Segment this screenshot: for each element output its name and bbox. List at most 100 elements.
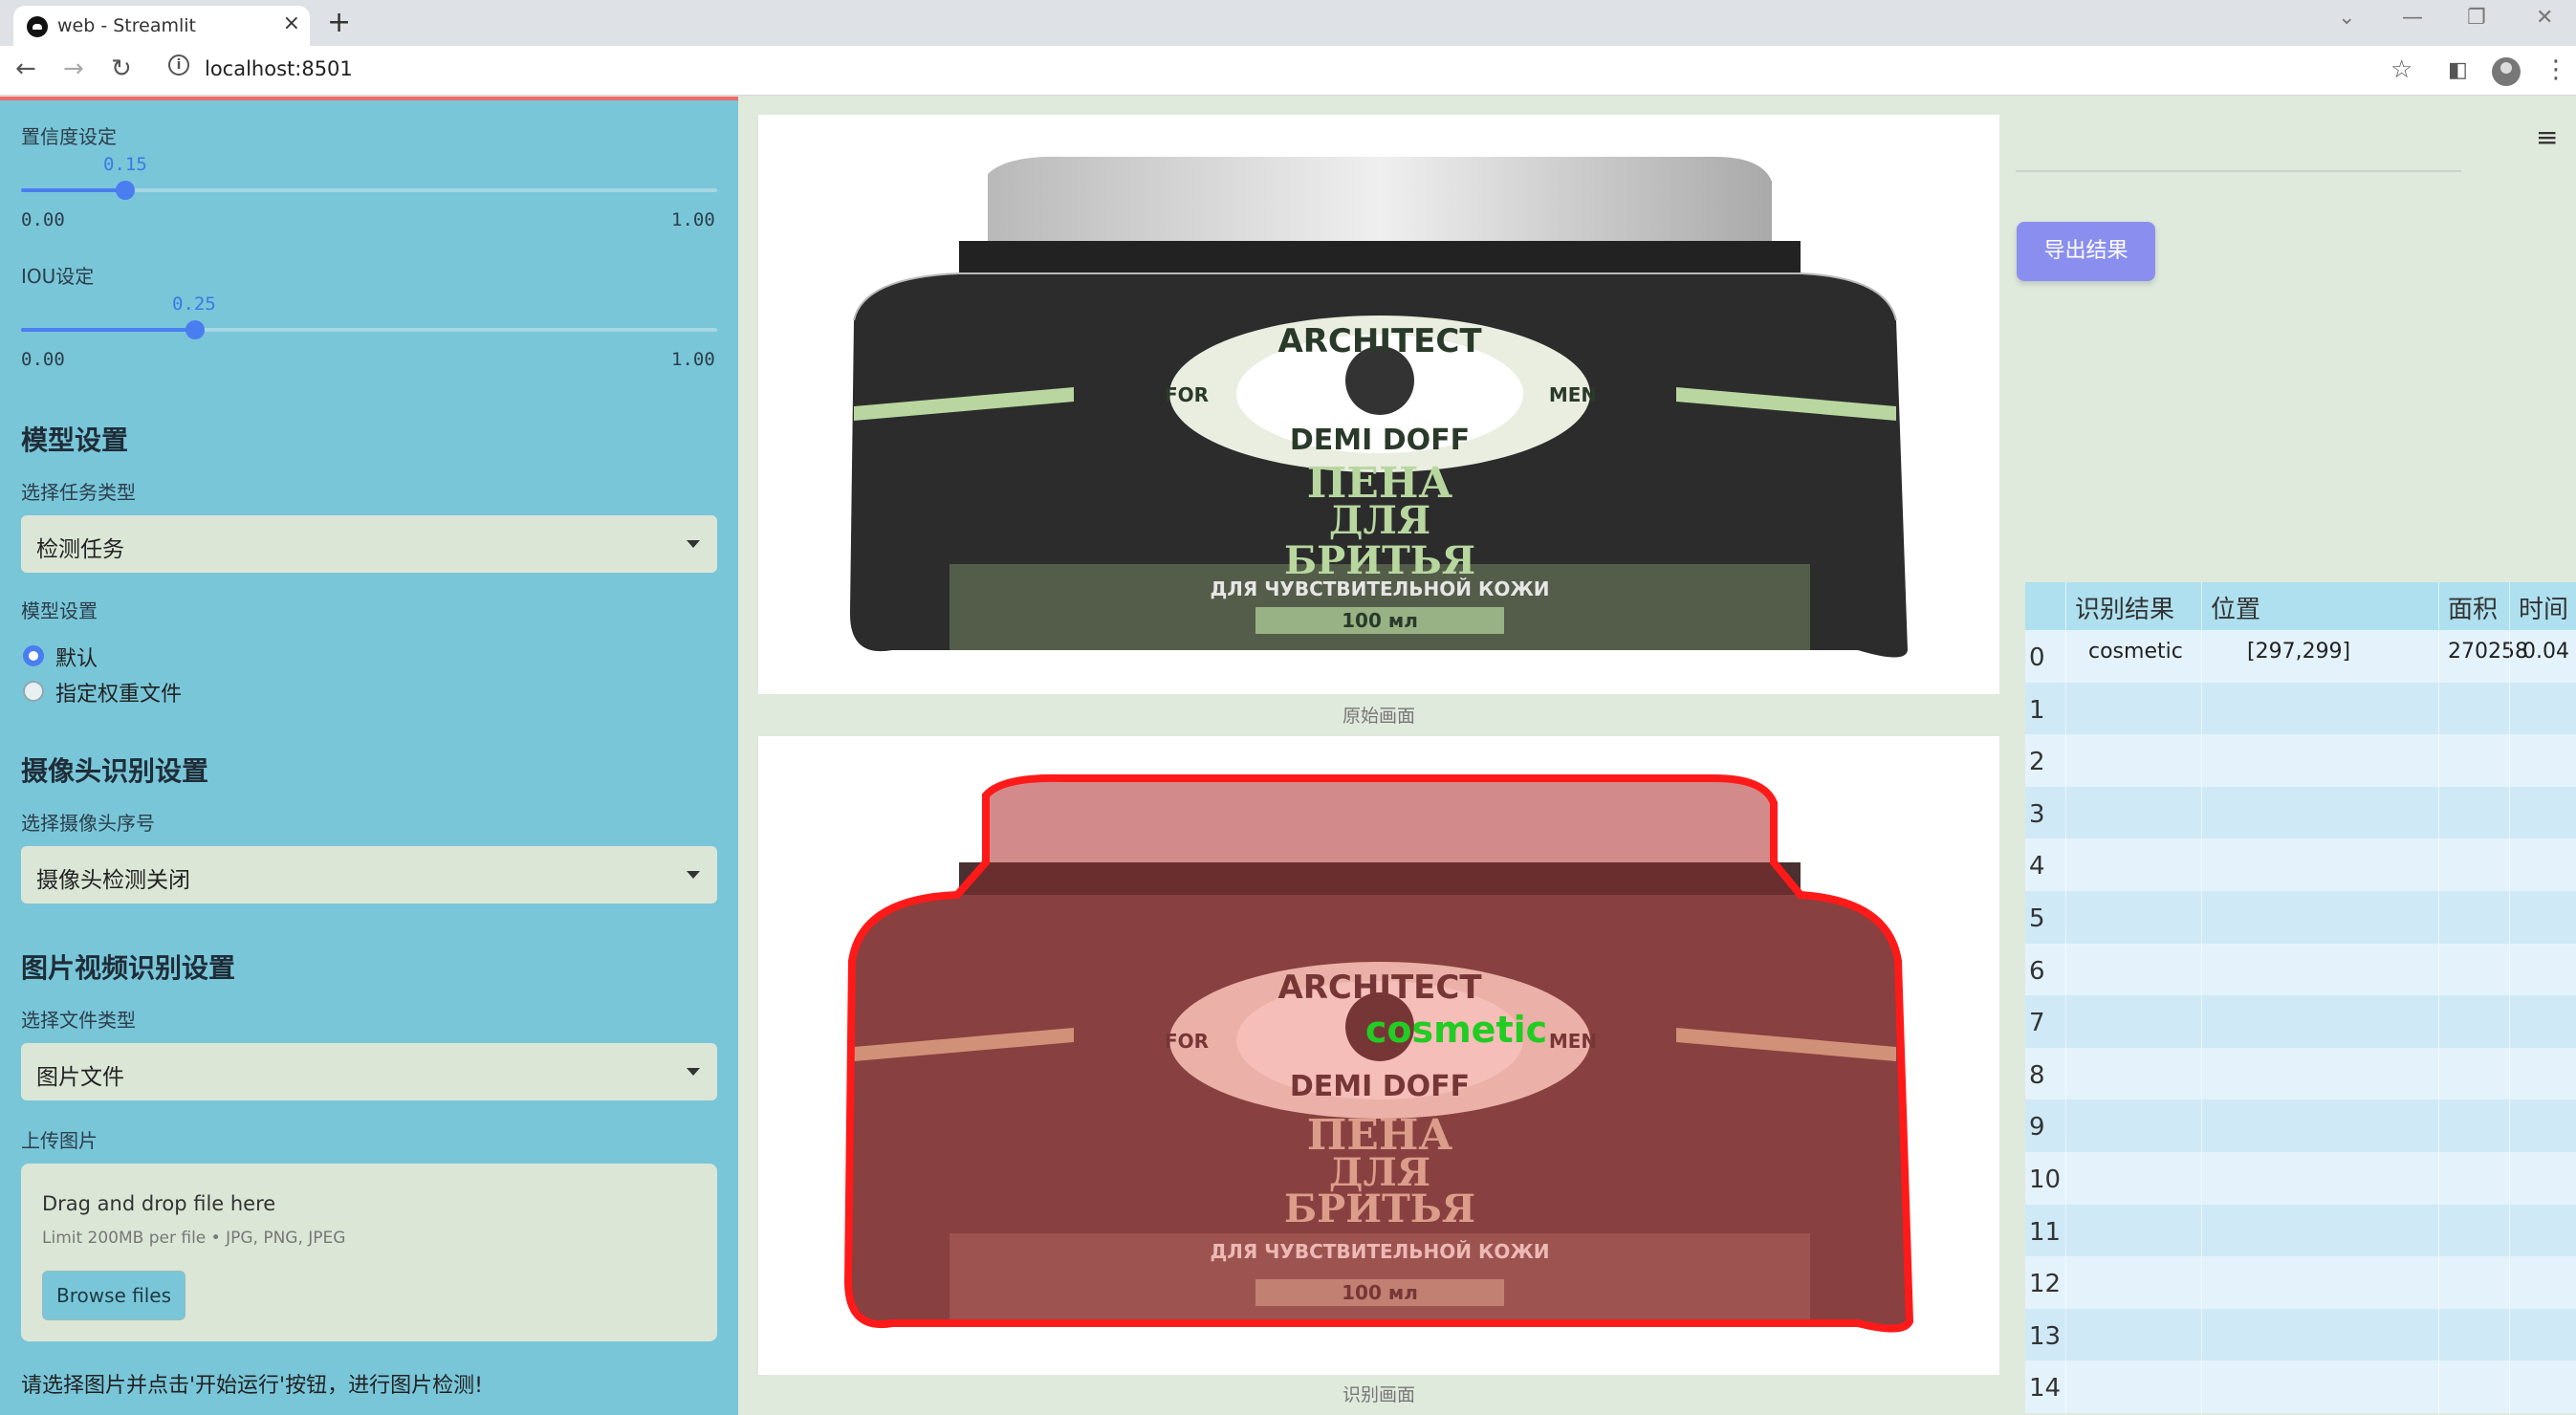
forward-icon[interactable]: → <box>63 54 84 83</box>
url-text[interactable]: localhost:8501 <box>205 57 353 80</box>
browse-files-button[interactable]: Browse files <box>42 1271 186 1320</box>
row-index: 8 <box>2029 1060 2045 1090</box>
row-index: 9 <box>2029 1113 2045 1143</box>
table-row[interactable]: 7 <box>2025 995 2576 1048</box>
file-dropzone[interactable]: Drag and drop file here Limit 200MB per … <box>21 1164 717 1341</box>
product-photo-result: ARCHITECT FOR MEN DEMI DOFF ПЕНА ДЛЯ БРИ… <box>843 773 1914 1333</box>
media-settings-header: 图片视频识别设置 <box>21 952 236 984</box>
tab-close-icon[interactable]: × <box>283 11 300 35</box>
row-index: 14 <box>2029 1374 2062 1404</box>
confidence-max: 1.00 <box>671 209 715 230</box>
iou-min: 0.00 <box>21 349 65 370</box>
confidence-slider-fill <box>21 188 125 192</box>
col-divider <box>2509 582 2510 1415</box>
export-results-button[interactable]: 导出结果 <box>2017 222 2155 281</box>
profile-avatar-icon[interactable] <box>2492 57 2521 86</box>
streamlit-favicon-icon <box>27 16 48 37</box>
iou-slider-thumb[interactable] <box>186 320 205 339</box>
table-row[interactable]: 5 <box>2025 891 2576 944</box>
row-index: 10 <box>2029 1165 2062 1194</box>
browser-tab[interactable]: web - Streamlit × <box>13 6 310 46</box>
iou-slider-fill <box>21 328 195 332</box>
table-row[interactable]: 12 <box>2025 1256 2576 1309</box>
table-row[interactable]: 13 <box>2025 1308 2576 1361</box>
task-type-select[interactable]: 检测任务 <box>21 515 717 573</box>
col-divider <box>2201 582 2202 1415</box>
minimize-icon[interactable]: — <box>2402 6 2423 30</box>
side-panel-icon[interactable]: ◧ <box>2448 58 2468 82</box>
col-result[interactable]: 识别结果 <box>2075 590 2174 625</box>
reload-icon[interactable]: ↻ <box>111 54 132 83</box>
col-time[interactable]: 时间 <box>2519 590 2568 625</box>
subtitle-text: ДЛЯ ЧУВСТВИТЕЛЬНОЙ КОЖИ <box>1210 577 1549 600</box>
row-index: 1 <box>2029 695 2045 725</box>
title2-text: ДЛЯ <box>1329 498 1430 543</box>
table-header: 识别结果 位置 面积 时间 <box>2025 582 2576 630</box>
cell-result: cosmetic <box>2088 640 2183 664</box>
address-bar: ← → ↻ i localhost:8501 ☆ ◧ ⋮ <box>0 46 2576 96</box>
brand-text: ARCHITECT <box>1277 322 1482 360</box>
iou-label: IOU设定 <box>21 265 95 288</box>
upload-label: 上传图片 <box>21 1129 98 1152</box>
tab-search-chevron-icon[interactable]: ⌄ <box>2338 6 2355 30</box>
file-type-select[interactable]: 图片文件 <box>21 1043 717 1100</box>
new-tab-icon[interactable]: + <box>327 6 351 39</box>
row-index: 11 <box>2029 1217 2062 1247</box>
row-index: 4 <box>2029 852 2045 882</box>
row-index: 0 <box>2029 643 2045 672</box>
back-icon[interactable]: ← <box>15 54 36 83</box>
browser-menu-icon[interactable]: ⋮ <box>2543 55 2568 84</box>
browser-tab-bar: web - Streamlit × + ⌄ — ❐ ✕ <box>0 0 2576 46</box>
row-index: 13 <box>2029 1321 2062 1351</box>
original-image: ARCHITECT FOR MEN DEMI DOFF ПЕНА ДЛЯ БРИ… <box>758 115 1999 694</box>
table-row[interactable]: 2 <box>2025 734 2576 787</box>
site-info-icon[interactable]: i <box>168 54 189 76</box>
camera-settings-header: 摄像头识别设置 <box>21 755 209 787</box>
table-row[interactable]: 3 <box>2025 786 2576 839</box>
model-settings-label: 模型设置 <box>21 599 98 622</box>
iou-max: 1.00 <box>671 349 715 370</box>
result-image: ARCHITECT FOR MEN DEMI DOFF ПЕНА ДЛЯ БРИ… <box>758 736 1999 1375</box>
table-row[interactable]: 6 <box>2025 943 2576 996</box>
sidebar: 置信度设定 0.15 0.00 1.00 IOU设定 0.25 0.00 1.0… <box>0 97 738 1415</box>
table-row[interactable]: 9 <box>2025 1099 2576 1152</box>
volume-text: 100 мл <box>1342 609 1418 632</box>
table-row[interactable]: 8 <box>2025 1047 2576 1100</box>
confidence-slider[interactable] <box>21 181 717 200</box>
camera-index-value: 摄像头检测关闭 <box>36 868 190 893</box>
dropzone-limit: Limit 200MB per file • JPG, PNG, JPEG <box>42 1229 346 1248</box>
window-close-icon[interactable]: ✕ <box>2536 6 2553 30</box>
table-row[interactable]: 10 <box>2025 1152 2576 1205</box>
restore-icon[interactable]: ❐ <box>2467 6 2486 30</box>
chevron-down-icon <box>687 871 700 879</box>
hamburger-menu-icon[interactable]: ≡ <box>2536 121 2558 153</box>
row-index: 6 <box>2029 956 2045 986</box>
instruction-note: 请选择图片并点击'开始运行'按钮，进行图片检测! <box>21 1374 483 1398</box>
col-area[interactable]: 面积 <box>2448 590 2498 625</box>
file-type-value: 图片文件 <box>36 1065 124 1090</box>
cell-time: 0.04 <box>2522 640 2569 664</box>
chevron-down-icon <box>687 540 700 548</box>
confidence-slider-thumb[interactable] <box>116 181 135 200</box>
table-row[interactable]: 14 <box>2025 1361 2576 1413</box>
iou-slider[interactable] <box>21 320 717 339</box>
radio-default[interactable] <box>23 645 44 666</box>
col-position[interactable]: 位置 <box>2211 590 2260 625</box>
table-row[interactable]: 0 cosmetic [297,299] 270258 0.04 <box>2025 630 2576 683</box>
title3-text: БРИТЬЯ <box>1284 538 1475 583</box>
line-text: DEMI DOFF <box>1290 424 1470 457</box>
radio-default-label[interactable]: 默认 <box>55 642 98 672</box>
camera-index-select[interactable]: 摄像头检测关闭 <box>21 846 717 903</box>
bookmark-star-icon[interactable]: ☆ <box>2390 55 2412 84</box>
original-caption: 原始画面 <box>1342 706 1415 727</box>
table-row[interactable]: 11 <box>2025 1204 2576 1257</box>
confidence-label: 置信度设定 <box>21 125 117 148</box>
table-row[interactable]: 1 <box>2025 682 2576 735</box>
dropzone-title: Drag and drop file here <box>42 1192 276 1215</box>
radio-custom-weights-label[interactable]: 指定权重文件 <box>55 677 182 708</box>
row-index: 12 <box>2029 1270 2062 1299</box>
table-row[interactable]: 4 <box>2025 838 2576 891</box>
cell-area: 270258 <box>2448 640 2528 664</box>
tab-title: web - Streamlit <box>57 15 196 36</box>
radio-custom-weights[interactable] <box>23 681 44 702</box>
